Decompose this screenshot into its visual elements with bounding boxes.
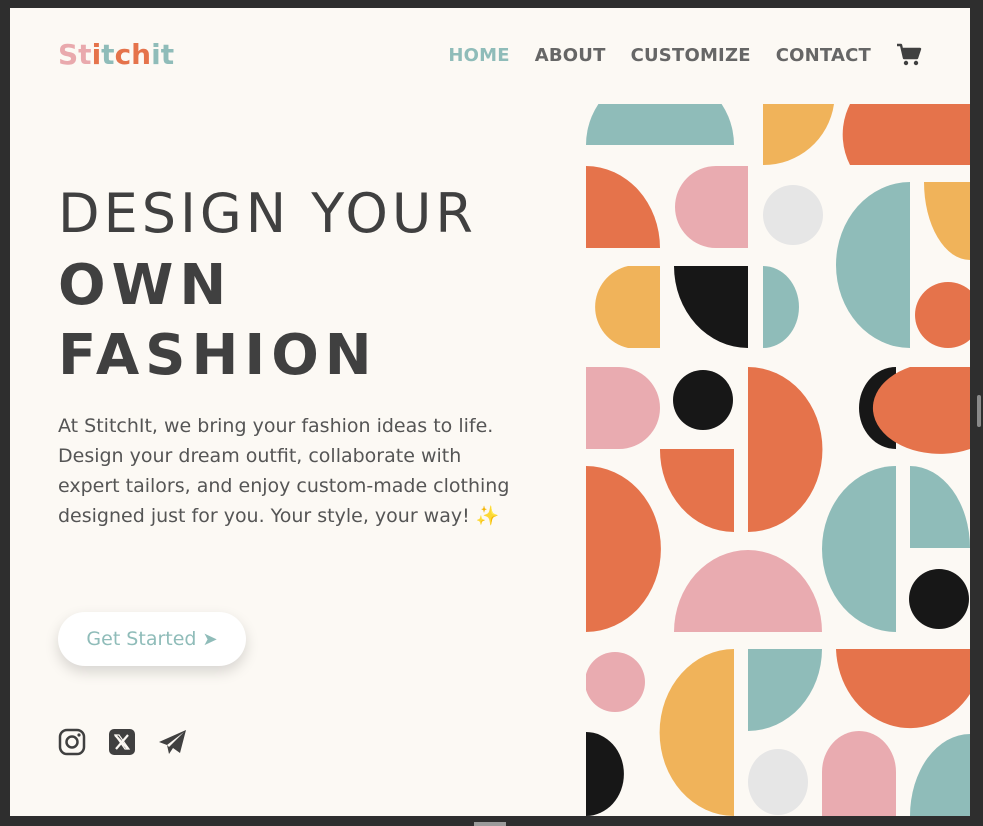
horizontal-scrollbar-thumb[interactable] (474, 822, 506, 826)
logo-letter: c (114, 38, 132, 71)
geometric-pattern-art (586, 104, 970, 816)
x-icon[interactable] (108, 728, 136, 756)
hero-title-line2: OWN (58, 253, 233, 318)
telegram-icon[interactable] (158, 728, 186, 756)
get-started-button[interactable]: Get Started ➤ (58, 612, 246, 666)
hero-title-line1: DESIGN YOUR (58, 182, 477, 245)
nav-customize[interactable]: CUSTOMIZE (631, 45, 751, 66)
logo[interactable]: Stitchit (58, 38, 174, 71)
logo-letter: i (91, 38, 102, 71)
main-nav: HOME ABOUT CUSTOMIZE CONTACT (423, 43, 922, 67)
logo-letter: i (151, 38, 161, 71)
logo-letter: h (131, 38, 152, 71)
nav-contact[interactable]: CONTACT (776, 45, 871, 66)
social-links (58, 728, 208, 756)
instagram-icon[interactable] (58, 728, 86, 756)
nav-home[interactable]: HOME (448, 45, 509, 66)
scrollbar-thumb[interactable] (977, 395, 981, 427)
logo-letter: t (78, 38, 92, 71)
nav-about[interactable]: ABOUT (535, 45, 606, 66)
logo-letter: S (58, 38, 79, 71)
page: Stitchit HOME ABOUT CUSTOMIZE CONTACT DE… (10, 8, 970, 816)
logo-letter: t (160, 38, 175, 71)
arrow-right-icon: ➤ (202, 628, 218, 650)
hero-title-line3: FASHION (58, 323, 378, 388)
cart-icon[interactable] (896, 43, 922, 67)
logo-letter: t (101, 38, 115, 71)
get-started-label: Get Started (86, 628, 197, 650)
hero-description: At StitchIt, we bring your fashion ideas… (58, 415, 510, 527)
